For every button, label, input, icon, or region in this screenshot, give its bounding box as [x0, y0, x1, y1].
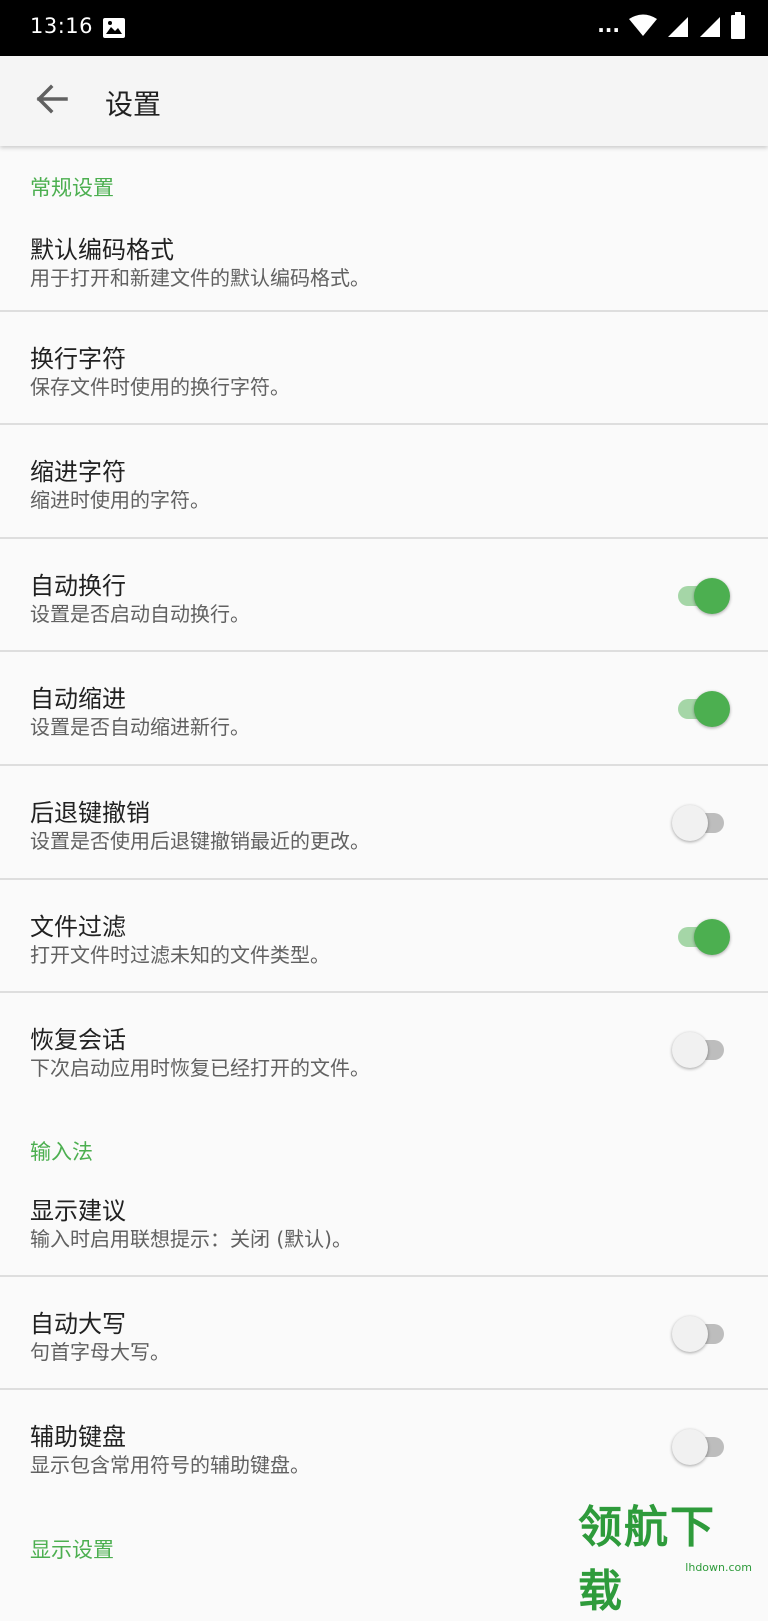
pref-auto-wrap[interactable]: 自动换行 设置是否启动自动换行。 — [0, 539, 768, 651]
app-bar: 设置 — [0, 56, 768, 146]
pref-show-suggestions[interactable]: 显示建议 输入时启用联想提示：关闭 (默认)。 — [0, 1179, 768, 1275]
pref-line-break[interactable]: 换行字符 保存文件时使用的换行字符。 — [0, 312, 768, 424]
pref-summary: 句首字母大写。 — [30, 1340, 170, 1364]
pref-title: 缩进字符 — [30, 458, 126, 486]
pref-title: 自动缩进 — [30, 685, 126, 713]
page-title: 设置 — [105, 88, 162, 121]
pref-title: 换行字符 — [30, 345, 126, 373]
pref-title: 自动大写 — [30, 1310, 126, 1338]
image-icon — [102, 17, 126, 39]
pref-summary: 保存文件时使用的换行字符。 — [30, 375, 290, 399]
restore-session-toggle[interactable] — [672, 1028, 730, 1068]
signal-icon-2 — [698, 14, 722, 42]
wifi-icon — [628, 14, 658, 42]
pref-extra-keyboard[interactable]: 辅助键盘 显示包含常用符号的辅助键盘。 — [0, 1390, 768, 1502]
arrow-left-icon — [35, 84, 69, 118]
pref-title: 自动换行 — [30, 572, 126, 600]
pref-summary: 下次启动应用时恢复已经打开的文件。 — [30, 1056, 370, 1080]
file-filter-toggle[interactable] — [672, 915, 730, 955]
section-header-general: 常规设置 — [30, 176, 114, 200]
back-button[interactable] — [28, 77, 76, 125]
pref-summary: 用于打开和新建文件的默认编码格式。 — [30, 266, 370, 290]
pref-summary: 显示包含常用符号的辅助键盘。 — [30, 1453, 310, 1477]
pref-summary: 缩进时使用的字符。 — [30, 488, 210, 512]
pref-summary: 设置是否使用后退键撤销最近的更改。 — [30, 829, 370, 853]
pref-title: 恢复会话 — [30, 1026, 126, 1054]
pref-summary: 打开文件时过滤未知的文件类型。 — [30, 943, 330, 967]
status-icons: ... — [597, 12, 746, 44]
battery-icon — [730, 12, 746, 44]
pref-title: 文件过滤 — [30, 913, 126, 941]
pref-title: 后退键撤销 — [30, 799, 150, 827]
pref-title: 默认编码格式 — [30, 236, 174, 264]
pref-summary: 输入时启用联想提示：关闭 (默认)。 — [30, 1227, 352, 1251]
pref-file-filter[interactable]: 文件过滤 打开文件时过滤未知的文件类型。 — [0, 880, 768, 992]
auto-wrap-toggle[interactable] — [672, 574, 730, 614]
pref-auto-indent[interactable]: 自动缩进 设置是否自动缩进新行。 — [0, 652, 768, 764]
watermark-logo: lhdown.com 领航下载 — [578, 1502, 758, 1619]
watermark-text: 领航下载 — [578, 1502, 716, 1617]
section-header-display: 显示设置 — [30, 1538, 114, 1562]
pref-restore-session[interactable]: 恢复会话 下次启动应用时恢复已经打开的文件。 — [0, 993, 768, 1105]
pref-summary: 设置是否自动缩进新行。 — [30, 715, 250, 739]
backspace-undo-toggle[interactable] — [672, 801, 730, 841]
pref-auto-capitalize[interactable]: 自动大写 句首字母大写。 — [0, 1277, 768, 1389]
pref-indent-char[interactable]: 缩进字符 缩进时使用的字符。 — [0, 425, 768, 537]
more-notifications-icon: ... — [597, 13, 620, 37]
extra-keyboard-toggle[interactable] — [672, 1425, 730, 1465]
pref-title: 显示建议 — [30, 1197, 126, 1225]
pref-backspace-undo[interactable]: 后退键撤销 设置是否使用后退键撤销最近的更改。 — [0, 766, 768, 878]
section-header-input: 输入法 — [30, 1140, 93, 1164]
status-bar: 13:16 ... — [0, 0, 768, 56]
pref-title: 辅助键盘 — [30, 1423, 126, 1451]
status-time: 13:16 — [30, 14, 94, 38]
auto-capitalize-toggle[interactable] — [672, 1312, 730, 1352]
pref-summary: 设置是否启动自动换行。 — [30, 602, 250, 626]
pref-default-encoding[interactable]: 默认编码格式 用于打开和新建文件的默认编码格式。 — [0, 220, 768, 310]
signal-icon — [666, 14, 690, 42]
auto-indent-toggle[interactable] — [672, 687, 730, 727]
